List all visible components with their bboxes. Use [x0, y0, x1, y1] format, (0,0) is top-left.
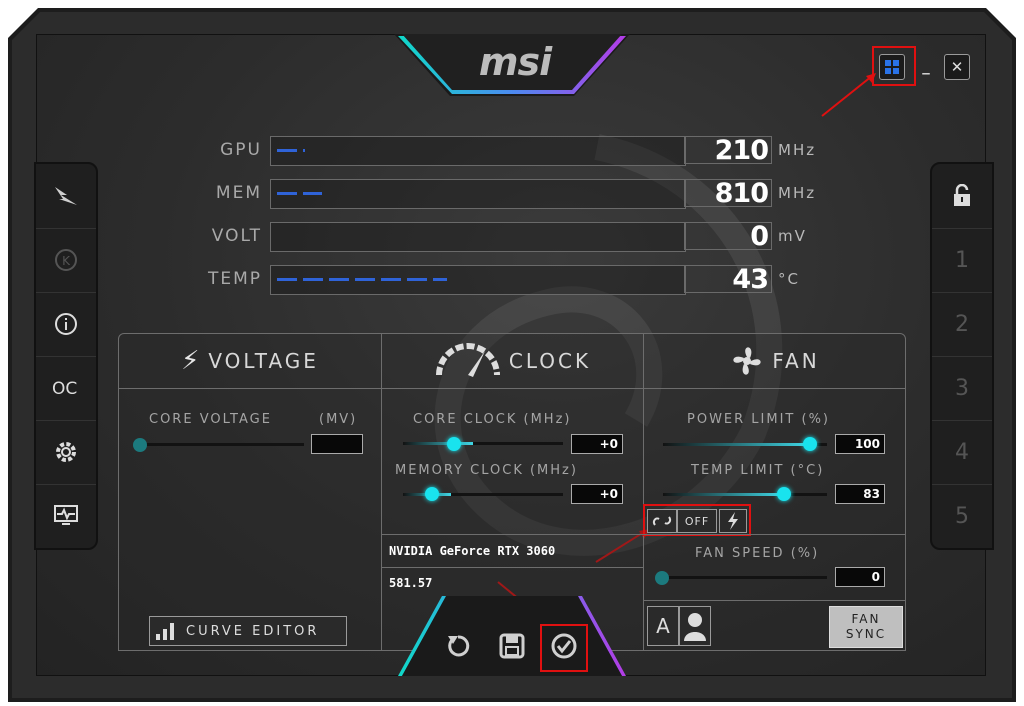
monitor-bar-fill	[277, 149, 305, 152]
divider	[381, 534, 643, 535]
core-clock-slider-fill	[403, 442, 473, 445]
k-boost-icon[interactable]: K	[36, 228, 96, 293]
monitor-label: TEMP	[207, 269, 262, 289]
power-limit-slider-knob[interactable]	[803, 437, 817, 451]
reset-icon[interactable]	[442, 632, 474, 664]
core-clock-input[interactable]: +0	[571, 434, 623, 454]
fan-sync-line2: SYNC	[845, 627, 887, 641]
voltage-section: ⚡ VOLTAGE CORE VOLTAGE (MV) CURVE EDITOR	[119, 334, 382, 650]
monitor-bar-fill	[277, 192, 322, 195]
msi-dragon-icon[interactable]	[36, 164, 96, 229]
voltage-header: ⚡ VOLTAGE	[119, 334, 381, 389]
monitor-unit: MHz	[778, 184, 817, 202]
unlock-icon[interactable]	[932, 164, 992, 229]
fan-speed-input[interactable]: 0	[835, 567, 885, 587]
fan-sync-line1: FAN	[851, 612, 881, 626]
monitor-label: VOLT	[211, 226, 262, 246]
lightning-icon: ⚡	[181, 346, 203, 376]
msi-logo: msi	[478, 40, 552, 84]
fan-speed-slider-knob[interactable]	[655, 571, 669, 585]
highlight-box-link	[643, 504, 751, 536]
monitor-bar-fill	[277, 278, 447, 281]
oc-scanner-icon[interactable]: OC	[36, 356, 96, 421]
monitor-icon[interactable]	[36, 484, 96, 548]
fan-title: FAN	[772, 349, 820, 373]
monitor-bar	[270, 265, 686, 295]
monitor-value: 43	[684, 265, 772, 294]
monitor-value: 0	[684, 222, 772, 251]
highlight-box-apply	[540, 624, 588, 672]
core-voltage-unit: (MV)	[319, 412, 358, 427]
monitor-bar	[270, 136, 686, 166]
speedometer-icon	[435, 343, 500, 377]
left-sidebar: K OC	[34, 162, 98, 550]
core-clock-slider-knob[interactable]	[447, 437, 461, 451]
memory-clock-input[interactable]: +0	[571, 484, 623, 504]
driver-version: 581.57	[389, 576, 433, 590]
temp-limit-slider-knob[interactable]	[777, 487, 791, 501]
memory-clock-label: MEMORY CLOCK (MHz)	[395, 463, 578, 478]
monitor-bar	[270, 222, 686, 252]
monitor-label: MEM	[215, 183, 262, 203]
monitor-bar	[270, 179, 686, 209]
core-voltage-slider-track[interactable]	[139, 443, 304, 446]
power-limit-input[interactable]: 100	[835, 434, 885, 454]
svg-text:OC: OC	[52, 379, 77, 399]
core-voltage-label: CORE VOLTAGE	[149, 412, 272, 427]
core-clock-label: CORE CLOCK (MHz)	[413, 412, 572, 427]
power-limit-slider-fill	[663, 443, 809, 446]
power-limit-label: POWER LIMIT (%)	[687, 412, 831, 427]
temp-limit-input[interactable]: 83	[835, 484, 885, 504]
close-button[interactable]: ✕	[944, 54, 970, 80]
auto-fan-button[interactable]: A	[647, 606, 679, 646]
minimize-button[interactable]: _	[914, 54, 938, 78]
monitor-unit: mV	[778, 227, 807, 245]
fan-header: FAN	[643, 334, 905, 389]
core-clock-slider-track[interactable]	[403, 442, 563, 445]
svg-text:K: K	[62, 254, 71, 268]
clock-title: CLOCK	[508, 349, 592, 373]
right-sidebar: 1 2 3 4 5	[930, 162, 994, 550]
monitor-unit: MHz	[778, 141, 817, 159]
divider	[381, 567, 643, 568]
settings-gear-icon[interactable]	[36, 420, 96, 485]
curve-editor-button[interactable]: CURVE EDITOR	[149, 616, 347, 646]
fan-section: FAN POWER LIMIT (%) 100 TEMP LIMIT (°C) …	[643, 334, 905, 650]
annotation-arrow-top	[821, 73, 876, 117]
fan-icon	[733, 347, 761, 375]
clock-header: CLOCK	[381, 334, 643, 389]
temp-limit-label: TEMP LIMIT (°C)	[691, 463, 825, 478]
fan-sync-button[interactable]: FAN SYNC	[829, 606, 903, 648]
user-fan-icon[interactable]	[679, 606, 711, 646]
info-icon[interactable]	[36, 292, 96, 357]
memory-clock-slider-knob[interactable]	[425, 487, 439, 501]
profile-1-button[interactable]: 1	[932, 228, 992, 293]
bar-chart-icon	[156, 623, 174, 640]
gpu-name: NVIDIA GeForce RTX 3060	[389, 544, 556, 558]
monitor-label: GPU	[220, 140, 262, 160]
monitor-value: 210	[684, 136, 772, 165]
fan-speed-label: FAN SPEED (%)	[695, 546, 820, 561]
profile-2-button[interactable]: 2	[932, 292, 992, 357]
fan-speed-slider-track[interactable]	[663, 576, 827, 579]
profile-4-button[interactable]: 4	[932, 420, 992, 485]
profile-5-button[interactable]: 5	[932, 484, 992, 548]
voltage-title: VOLTAGE	[208, 349, 319, 373]
save-icon[interactable]	[496, 632, 528, 664]
monitor-value: 810	[684, 179, 772, 208]
core-voltage-slider-knob[interactable]	[133, 438, 147, 452]
monitor-unit: °C	[778, 270, 800, 288]
profile-3-button[interactable]: 3	[932, 356, 992, 421]
divider	[643, 534, 905, 535]
temp-limit-slider-track[interactable]	[663, 493, 827, 496]
temp-limit-slider-fill	[663, 493, 783, 496]
divider	[643, 600, 905, 601]
curve-editor-label: CURVE EDITOR	[186, 623, 320, 639]
core-voltage-input[interactable]	[311, 434, 363, 454]
